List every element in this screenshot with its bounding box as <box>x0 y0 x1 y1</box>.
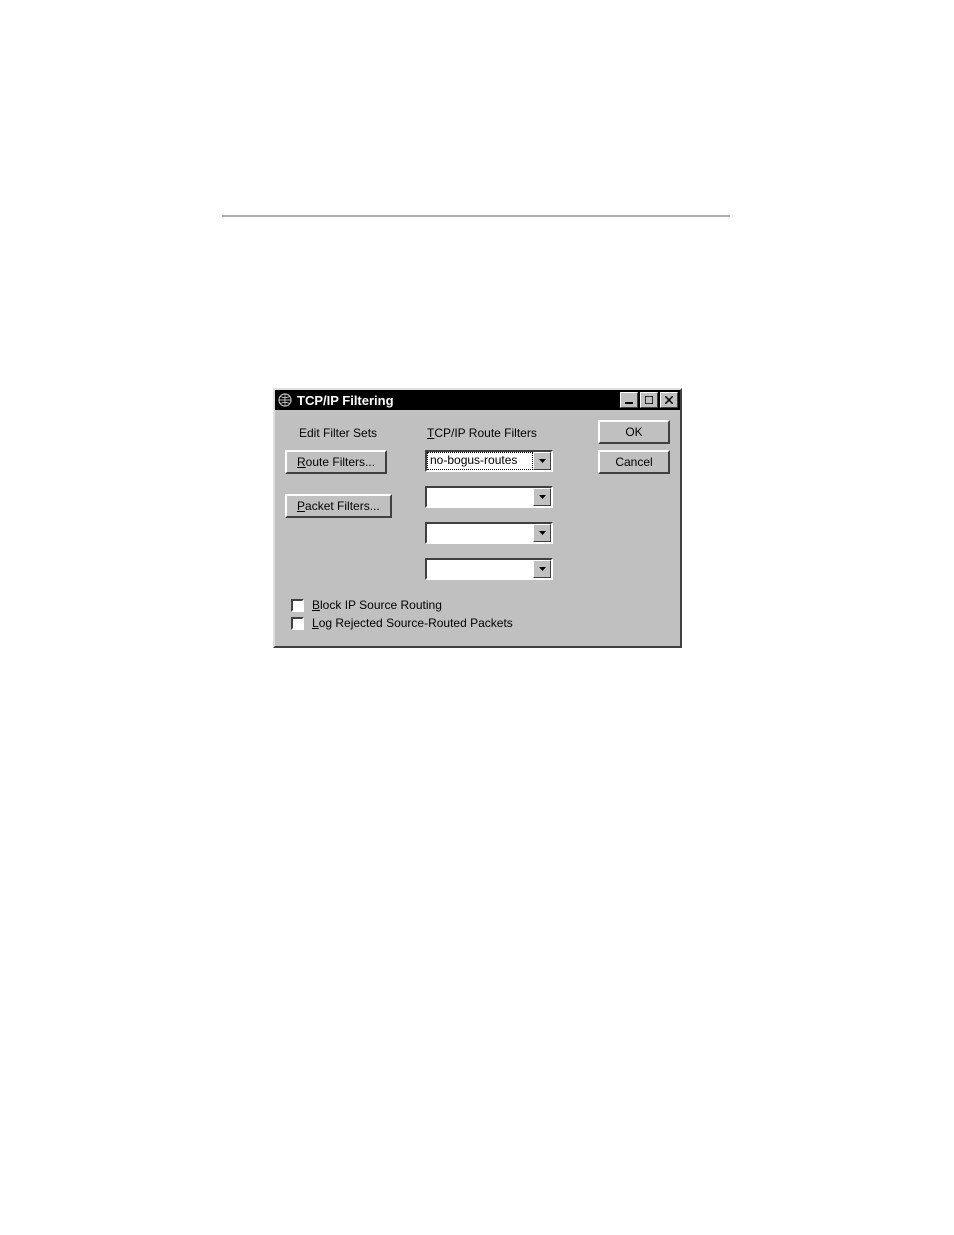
log-rejected-label: Log Rejected Source-Routed Packets <box>312 616 513 630</box>
route-filter-combo-1-value: no-bogus-routes <box>427 452 533 470</box>
block-ip-source-routing-checkbox[interactable] <box>291 599 304 612</box>
titlebar[interactable]: TCP/IP Filtering <box>275 390 680 410</box>
dialog-client-area: Edit Filter Sets Route Filters... Packet… <box>275 410 680 646</box>
cancel-button[interactable]: Cancel <box>598 450 670 474</box>
log-rejected-checkbox[interactable] <box>291 617 304 630</box>
route-filters-button[interactable]: Route Filters... <box>285 450 387 474</box>
maximize-button[interactable] <box>640 392 658 408</box>
chevron-down-icon[interactable] <box>533 524 551 542</box>
packet-filters-button[interactable]: Packet Filters... <box>285 494 392 518</box>
dialog-title: TCP/IP Filtering <box>297 393 618 408</box>
route-filter-combo-3[interactable] <box>425 522 553 544</box>
chevron-down-icon[interactable] <box>533 560 551 578</box>
ok-button[interactable]: OK <box>598 420 670 444</box>
block-ip-source-routing-row[interactable]: Block IP Source Routing <box>291 598 670 612</box>
edit-filter-sets-label: Edit Filter Sets <box>299 426 425 440</box>
chevron-down-icon[interactable] <box>533 452 551 470</box>
route-filter-combo-2-value <box>427 488 533 506</box>
route-filter-combo-4-value <box>427 560 533 578</box>
page-divider <box>222 215 730 217</box>
globe-icon <box>277 392 293 408</box>
minimize-button[interactable] <box>620 392 638 408</box>
route-filters-heading: TCP/IP Route Filters <box>427 426 575 440</box>
route-filter-combo-4[interactable] <box>425 558 553 580</box>
route-filter-combo-1[interactable]: no-bogus-routes <box>425 450 553 472</box>
route-filters-heading-rest: CP/IP Route Filters <box>434 426 536 440</box>
route-filter-combo-2[interactable] <box>425 486 553 508</box>
block-ip-source-routing-label: Block IP Source Routing <box>312 598 442 612</box>
log-rejected-row[interactable]: Log Rejected Source-Routed Packets <box>291 616 670 630</box>
route-filter-combo-3-value <box>427 524 533 542</box>
tcpip-filtering-dialog: TCP/IP Filtering Edit Filter Sets Route … <box>273 388 682 648</box>
chevron-down-icon[interactable] <box>533 488 551 506</box>
close-button[interactable] <box>660 392 678 408</box>
route-filters-button-rest: oute Filters... <box>306 455 375 469</box>
packet-filters-button-rest: acket Filters... <box>305 499 380 513</box>
